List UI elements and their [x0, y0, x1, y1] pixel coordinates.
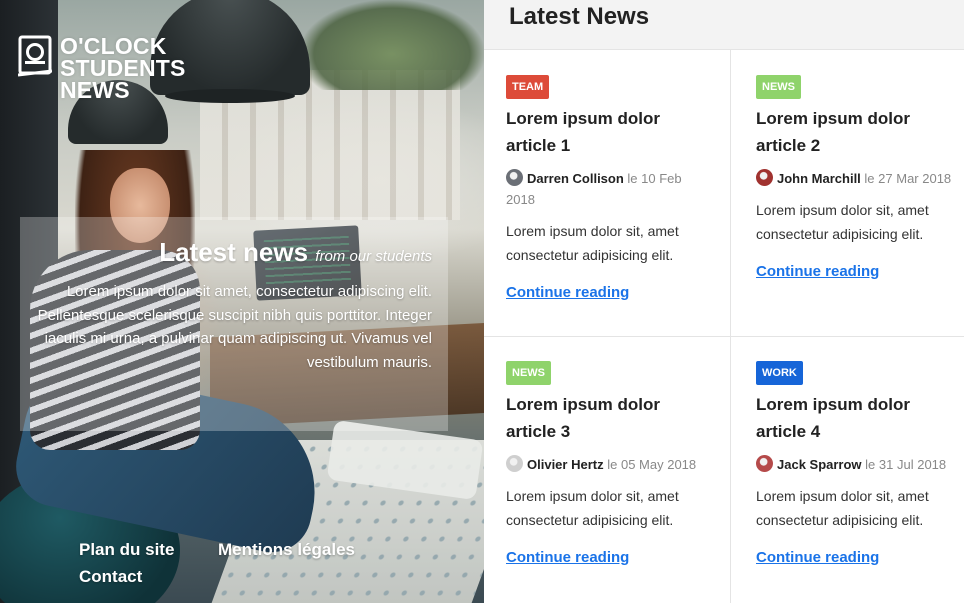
article-title[interactable]: Lorem ipsum dolor article 2 [756, 105, 956, 159]
footer-link-plan-du-site[interactable]: Plan du site [79, 540, 174, 560]
date-prefix: le [864, 171, 875, 186]
site-logo-text: O'CLOCK STUDENTS NEWS [60, 33, 186, 103]
article-excerpt: Lorem ipsum dolor sit, amet consectetur … [756, 202, 929, 242]
site-logo[interactable]: O'CLOCK STUDENTS NEWS [18, 33, 186, 103]
hero-panel: O'CLOCK STUDENTS NEWS Latest news from o… [0, 0, 484, 603]
article-meta: Jack Sparrow le 31 Jul 2018 [756, 454, 956, 475]
category-badge[interactable]: TEAM [506, 75, 550, 99]
news-card: NEWS Lorem ipsum dolor article 3 Olivier… [484, 336, 731, 603]
category-badge[interactable]: NEWS [756, 75, 801, 99]
author-avatar [756, 169, 773, 186]
article-author[interactable]: Olivier Hertz [527, 457, 604, 472]
hero-title-text: Latest news [159, 237, 309, 267]
author-avatar [506, 455, 523, 472]
news-card: WORK Lorem ipsum dolor article 4 Jack Sp… [731, 336, 964, 603]
date-prefix: le [627, 171, 638, 186]
hero-image-tree [300, 0, 484, 90]
article-title[interactable]: Lorem ipsum dolor article 3 [506, 391, 706, 445]
category-badge[interactable]: WORK [756, 361, 803, 385]
article-date: 31 Jul 2018 [878, 457, 947, 472]
news-card: NEWS Lorem ipsum dolor article 2 John Ma… [731, 50, 964, 337]
author-avatar [756, 455, 773, 472]
article-date: 05 May 2018 [620, 457, 697, 472]
article-meta: John Marchill le 27 Mar 2018 [756, 168, 956, 189]
article-title[interactable]: Lorem ipsum dolor article 1 [506, 105, 706, 159]
logo-line: STUDENTS [60, 55, 186, 81]
date-prefix: le [607, 457, 618, 472]
hero-subtitle: from our students [315, 248, 432, 265]
article-author[interactable]: Darren Collison [527, 171, 624, 186]
continue-reading-link[interactable]: Continue reading [506, 549, 629, 566]
news-card: TEAM Lorem ipsum dolor article 1 Darren … [484, 50, 731, 337]
article-excerpt: Lorem ipsum dolor sit, amet consectetur … [506, 223, 679, 263]
continue-reading-link[interactable]: Continue reading [506, 284, 629, 301]
logo-line: O'CLOCK [60, 33, 167, 59]
news-header: Latest News [484, 0, 964, 50]
hero-title: Latest news from our students [20, 237, 432, 268]
news-panel: Latest News TEAM Lorem ipsum dolor artic… [484, 0, 964, 603]
article-meta: Olivier Hertz le 05 May 2018 [506, 454, 706, 475]
article-author[interactable]: Jack Sparrow [777, 457, 862, 472]
hero-intro-box: Latest news from our students Lorem ipsu… [20, 217, 448, 431]
article-title[interactable]: Lorem ipsum dolor article 4 [756, 391, 956, 445]
article-excerpt: Lorem ipsum dolor sit, amet consectetur … [756, 488, 929, 528]
continue-reading-link[interactable]: Continue reading [756, 549, 879, 566]
article-author[interactable]: John Marchill [777, 171, 861, 186]
date-prefix: le [865, 457, 876, 472]
continue-reading-link[interactable]: Continue reading [756, 263, 879, 280]
category-badge[interactable]: NEWS [506, 361, 551, 385]
news-heading: Latest News [509, 3, 650, 30]
footer-link-contact[interactable]: Contact [79, 567, 142, 587]
author-avatar [506, 169, 523, 186]
article-date: 27 Mar 2018 [878, 171, 952, 186]
article-meta: Darren Collison le 10 Feb 2018 [506, 168, 706, 210]
footer-link-mentions-legales[interactable]: Mentions légales [218, 540, 355, 560]
logo-line: NEWS [60, 77, 130, 103]
camera-clock-icon [18, 35, 52, 77]
article-excerpt: Lorem ipsum dolor sit, amet consectetur … [506, 488, 679, 528]
hero-text: Lorem ipsum dolor sit amet, consectetur … [37, 283, 432, 371]
